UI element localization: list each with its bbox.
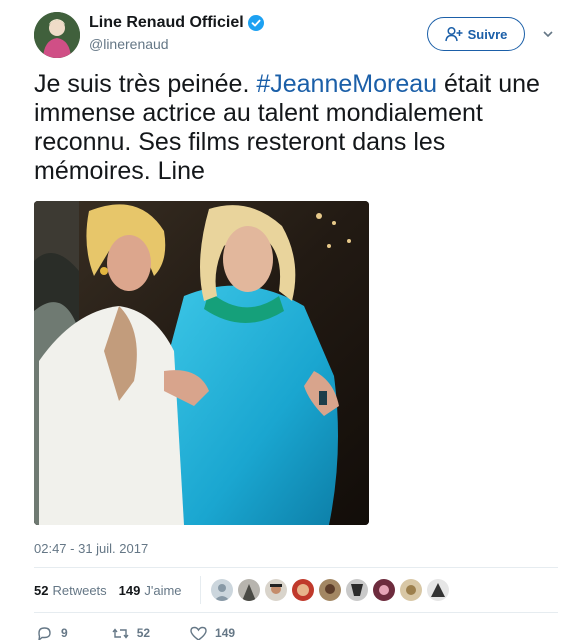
retweets-label: Retweets: [52, 582, 107, 598]
likes-label: J'aime: [144, 582, 182, 598]
tweet-stats: 52 Retweets 149 J'aime: [34, 572, 558, 608]
tweet-photo[interactable]: [34, 201, 369, 525]
tweet-actions: 9 52 149: [34, 624, 235, 640]
author-names: Line Renaud Officiel @linerenaud: [89, 14, 264, 52]
retweet-count: 52: [136, 626, 151, 640]
like-button[interactable]: 149: [190, 626, 235, 640]
tweet-text: Je suis très peinée. #JeanneMoreau était…: [34, 70, 559, 186]
author-handle[interactable]: @linerenaud: [89, 36, 264, 52]
author-avatar[interactable]: [34, 12, 80, 58]
liker-avatar[interactable]: [210, 579, 233, 601]
liker-avatar[interactable]: [291, 579, 314, 601]
likes-count: 149: [118, 582, 141, 598]
heart-icon: [190, 626, 207, 640]
liker-avatar[interactable]: [264, 579, 287, 601]
retweet-button[interactable]: 52: [112, 626, 150, 640]
liker-avatar[interactable]: [237, 579, 260, 601]
liker-avatar[interactable]: [345, 579, 368, 601]
tweet-header: Line Renaud Officiel @linerenaud Suivre: [34, 12, 564, 60]
chevron-down-icon[interactable]: [542, 29, 554, 39]
tweet-timestamp[interactable]: 02:47 - 31 juil. 2017: [34, 541, 148, 556]
likers-avatars: [210, 579, 449, 601]
divider: [199, 576, 201, 604]
reply-button[interactable]: 9: [36, 626, 68, 640]
tweet-text-start: Je suis très peinée.: [34, 70, 257, 98]
like-count: 149: [215, 626, 236, 640]
retweets-count: 52: [34, 582, 49, 598]
retweets-stat[interactable]: 52 Retweets: [34, 583, 107, 598]
author-display-name[interactable]: Line Renaud Officiel: [89, 14, 264, 32]
likes-stat[interactable]: 149 J'aime: [119, 583, 182, 598]
divider: [34, 567, 558, 568]
verified-badge-icon: [247, 15, 264, 31]
liker-avatar[interactable]: [426, 579, 449, 601]
add-user-icon: [444, 26, 463, 42]
liker-avatar[interactable]: [399, 579, 422, 601]
follow-button[interactable]: Suivre: [427, 17, 525, 51]
liker-avatar[interactable]: [372, 579, 395, 601]
reply-icon: [38, 626, 51, 640]
hashtag-link[interactable]: #JeanneMoreau: [256, 70, 437, 98]
follow-button-label: Suivre: [467, 26, 508, 42]
liker-avatar[interactable]: [318, 579, 341, 601]
retweet-icon: [112, 627, 129, 639]
divider: [34, 612, 558, 613]
reply-count: 9: [61, 626, 68, 640]
display-name-text[interactable]: Line Renaud Officiel: [89, 14, 244, 32]
